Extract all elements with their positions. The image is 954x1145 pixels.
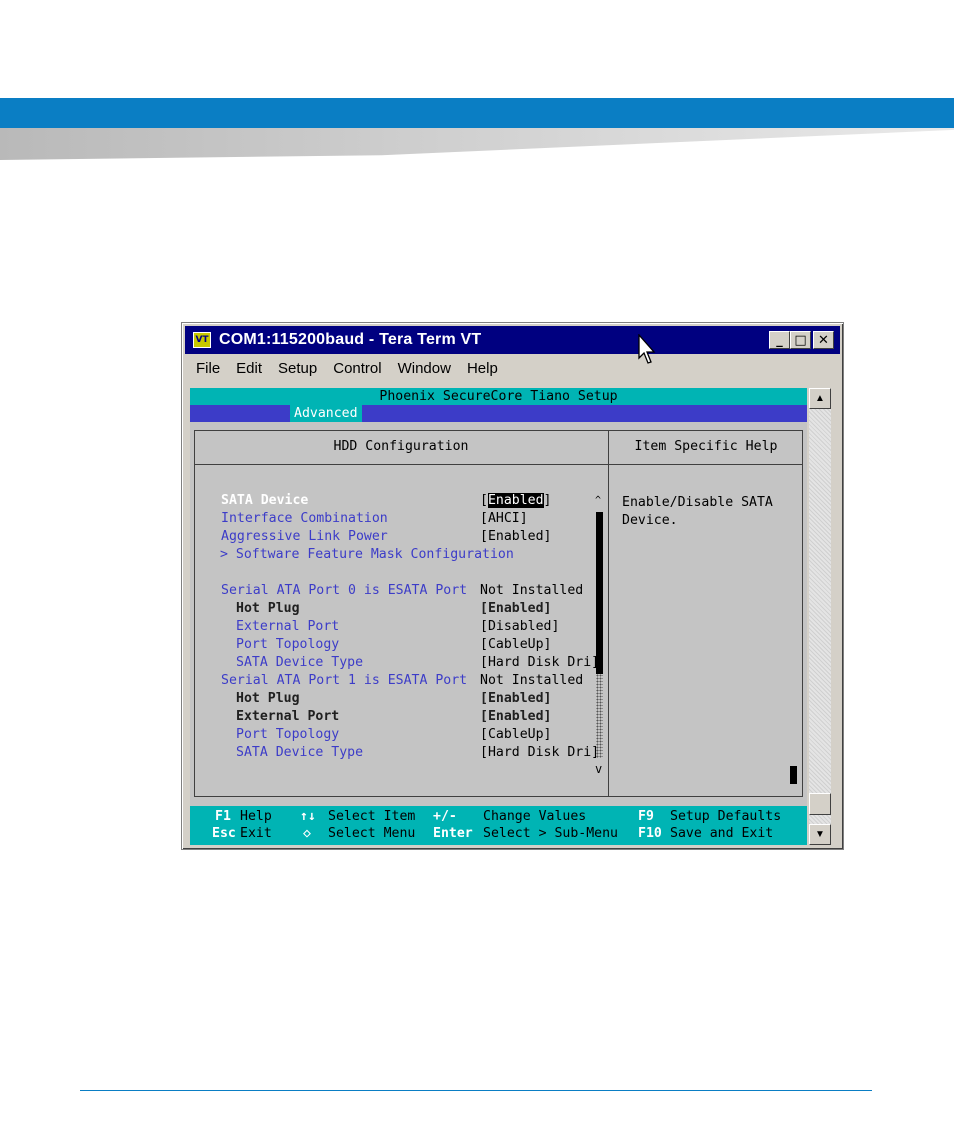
key-setup-defaults-label: Setup Defaults — [670, 809, 782, 824]
scroll-thumb — [596, 512, 603, 674]
key-enter: Enter — [433, 826, 473, 841]
title-bar[interactable]: VT COM1:115200baud - Tera Term VT _ □ ✕ — [185, 326, 840, 354]
item-port0-esata: Serial ATA Port 0 is ESATA Port — [221, 583, 468, 598]
item-port0-external-port[interactable]: External Port — [236, 618, 339, 636]
item-interface-combination[interactable]: Interface Combination — [221, 510, 388, 528]
terminal-window: VT COM1:115200baud - Tera Term VT _ □ ✕ … — [181, 322, 844, 850]
menu-window[interactable]: Window — [395, 360, 454, 377]
value-highlight[interactable]: Enabled — [487, 493, 544, 508]
help-title: Item Specific Help — [634, 439, 778, 454]
value-port0-topology[interactable]: [CableUp] — [480, 636, 551, 654]
key-esc: Esc — [212, 826, 236, 841]
key-exit-label: Exit — [240, 826, 272, 841]
menu-edit[interactable]: Edit — [233, 360, 265, 377]
scroll-up-button[interactable]: ▲ — [809, 388, 831, 409]
value-port1-device-type[interactable]: [Hard Disk Dri] — [480, 744, 599, 762]
window-title: COM1:115200baud - Tera Term VT — [219, 331, 482, 348]
item-aggressive-link-power[interactable]: Aggressive Link Power — [221, 528, 388, 546]
item-port0-topology[interactable]: Port Topology — [236, 636, 339, 654]
terminal-screen[interactable]: Phoenix SecureCore Tiano Setup Advanced … — [190, 388, 807, 845]
mouse-pointer-icon — [638, 334, 656, 364]
section-title: HDD Configuration — [333, 439, 469, 454]
key-f9: F9 — [638, 809, 654, 824]
app-icon[interactable]: VT — [193, 332, 211, 348]
item-software-feature-mask[interactable]: > Software Feature Mask Configuration — [220, 546, 514, 564]
value-port0-hot-plug[interactable]: [Enabled] — [480, 600, 551, 618]
menu-file[interactable]: File — [193, 360, 223, 377]
scroll-down-indicator: v — [595, 762, 603, 776]
item-port0-device-type[interactable]: SATA Device Type — [236, 654, 363, 672]
value-port0-esata: Not Installed — [480, 583, 584, 598]
item-sata-device[interactable]: SATA Device — [221, 492, 308, 510]
item-port1-esata: Serial ATA Port 1 is ESATA Port — [221, 673, 468, 688]
value-sata-device[interactable]: [Enabled] — [480, 492, 551, 510]
maximize-button[interactable]: □ — [790, 331, 811, 349]
help-text: Enable/Disable SATA Device. — [622, 495, 773, 528]
value-port1-hot-plug[interactable]: [Enabled] — [480, 690, 551, 708]
header-grey-swoosh — [0, 128, 954, 160]
value-port0-external-port[interactable]: [Disabled] — [480, 618, 559, 636]
menu-setup[interactable]: Setup — [275, 360, 320, 377]
scroll-track — [596, 674, 603, 758]
window-controls: _ □ ✕ — [769, 331, 834, 349]
menu-bar: File Edit Setup Control Window Help — [185, 357, 840, 379]
value-aggressive-link-power[interactable]: [Enabled] — [480, 528, 551, 546]
panel-divider-vertical — [608, 430, 609, 797]
item-port1-device-type[interactable]: SATA Device Type — [236, 744, 363, 762]
menu-control[interactable]: Control — [330, 360, 384, 377]
item-port0-hot-plug[interactable]: Hot Plug — [236, 600, 300, 618]
key-f1: F1 — [215, 809, 231, 824]
leftright-arrows-icon: ◇ — [303, 826, 311, 841]
bios-tab-bar: Advanced — [190, 405, 807, 422]
key-legend-bar: F1 Help Esc Exit ↑↓ Select Item ◇ Select… — [190, 806, 807, 845]
item-port1-external-port[interactable]: External Port — [236, 708, 339, 726]
scroll-down-button[interactable]: ▼ — [809, 824, 831, 845]
panel-divider-horizontal — [194, 464, 803, 465]
header-grid-pattern — [0, 0, 954, 96]
close-button[interactable]: ✕ — [813, 331, 834, 349]
value-port0-device-type[interactable]: [Hard Disk Dri] — [480, 654, 599, 672]
menu-help[interactable]: Help — [464, 360, 501, 377]
scroll-up-indicator: ^ — [595, 495, 602, 506]
updown-arrows-icon: ↑↓ — [300, 809, 316, 824]
value-port1-external-port[interactable]: [Enabled] — [480, 708, 551, 726]
item-port1-hot-plug[interactable]: Hot Plug — [236, 690, 300, 708]
scrollbar-thumb[interactable] — [809, 793, 831, 815]
value-interface-combination[interactable]: [AHCI] — [480, 510, 528, 528]
key-save-exit-label: Save and Exit — [670, 826, 774, 841]
key-help-label: Help — [240, 809, 272, 824]
window-scrollbar[interactable]: ▲ ▼ — [809, 388, 831, 845]
item-port1-topology[interactable]: Port Topology — [236, 726, 339, 744]
key-select-menu-label: Select Menu — [328, 826, 416, 841]
help-scroll-marker — [790, 766, 797, 784]
key-f10: F10 — [638, 826, 662, 841]
tab-advanced[interactable]: Advanced — [290, 405, 362, 422]
key-change-values-label: Change Values — [483, 809, 587, 824]
key-select-item-label: Select Item — [328, 809, 416, 824]
header-blue-band — [0, 98, 954, 128]
bios-title: Phoenix SecureCore Tiano Setup — [190, 388, 807, 405]
value-port1-topology[interactable]: [CableUp] — [480, 726, 551, 744]
list-scrollbar: ^ v — [595, 492, 604, 778]
key-plus-minus: +/- — [433, 809, 457, 824]
value-port1-esata: Not Installed — [480, 673, 584, 688]
key-select-submenu-label: Select > Sub-Menu — [483, 826, 618, 841]
footer-rule — [80, 1090, 872, 1091]
minimize-button[interactable]: _ — [769, 331, 790, 349]
